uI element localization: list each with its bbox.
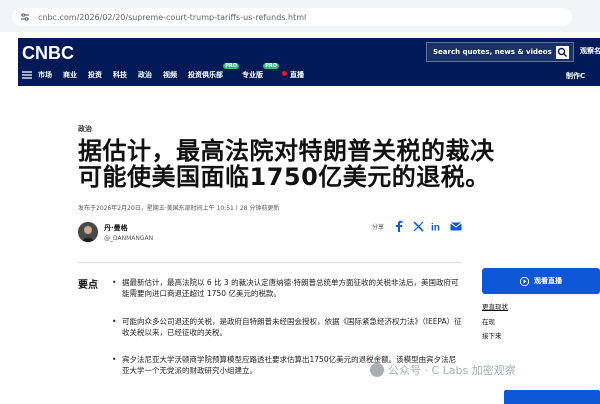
watch-live-button[interactable]: 观看直播 [482, 268, 600, 294]
author-avatar[interactable] [78, 222, 98, 242]
svg-text:in: in [431, 222, 440, 232]
publish-timestamp: 发布于2026年2月20日，星期五·美国东部时间上午 10:51丨28 分钟前更… [78, 205, 280, 212]
key-points-title: 要点 [78, 280, 98, 291]
address-field[interactable]: cnbc.com/2026/02/20/supreme-court-trump-… [12, 8, 572, 26]
headline-line-2: 可能使美国面临1750亿美元的退税。 [78, 163, 490, 191]
wechat-icon [370, 363, 384, 377]
cnbc-logo[interactable]: CNBC [22, 42, 84, 62]
page: cnbc.com/2026/02/20/supreme-court-trump-… [0, 0, 600, 404]
author-byline[interactable]: 丹·曼格 @_DANMANGAN [78, 222, 153, 242]
nav-video[interactable]: 视频 [163, 70, 177, 80]
linkedin-icon[interactable]: in [430, 219, 444, 233]
hamburger-menu-icon[interactable] [22, 70, 32, 80]
main-nav: 市场 商业 投资 科技 政治 视频 投资俱乐部 PRO 专业版 PRO 直播 [22, 63, 315, 82]
play-icon [520, 276, 529, 286]
search-icon[interactable] [556, 46, 569, 59]
make-cnbc-link[interactable]: 制作C [566, 71, 585, 81]
browser-url-bar: cnbc.com/2026/02/20/supreme-court-trump-… [0, 0, 600, 32]
divider [78, 262, 462, 263]
live-dot-icon [282, 71, 287, 76]
watermark: 公众号 · C Labs 加密观察 [370, 362, 516, 378]
facebook-icon[interactable] [392, 219, 406, 233]
nav-politics[interactable]: 政治 [138, 70, 152, 80]
search-box[interactable]: Search quotes, news & videos [426, 42, 574, 62]
nav-investing-club-label: 投资俱乐部 [188, 71, 223, 79]
site-settings-icon[interactable] [18, 10, 32, 24]
logo-text: CNBC [22, 43, 74, 62]
author-name[interactable]: 丹·曼格 [104, 223, 153, 233]
key-point: 据最新估计，最高法院以 6 比 3 的裁决认定唐纳德·特朗普总统单方面征收的关税… [112, 277, 462, 299]
share-label: 分享 [372, 223, 385, 231]
nav-investing-club[interactable]: 投资俱乐部 PRO [188, 63, 239, 80]
nav-business[interactable]: 商业 [63, 70, 77, 80]
article-headline: 据估计，最高法院对特朗普关税的裁决 可能使美国面临1750亿美元的退税。 [78, 138, 568, 190]
nav-tech[interactable]: 科技 [113, 70, 127, 80]
watchlist-link[interactable]: 观察名 [580, 46, 600, 56]
pro-badge: PRO [263, 63, 279, 69]
headline-line-1: 据估计，最高法院对特朗普关税的裁决 [78, 137, 495, 165]
share-bar: 分享 in [372, 219, 468, 233]
nav-markets[interactable]: 市场 [38, 70, 52, 80]
author-handle[interactable]: @_DANMANGAN [104, 235, 153, 242]
search-placeholder: Search quotes, news & videos [433, 48, 552, 56]
nav-live-label: 直播 [290, 71, 304, 79]
pro-badge: PRO [223, 63, 239, 69]
sidebar-link-next[interactable]: 接下来 [482, 330, 502, 340]
url-text: cnbc.com/2026/02/20/supreme-court-trump-… [38, 12, 307, 22]
nav-live[interactable]: 直播 [282, 70, 304, 80]
nav-pro[interactable]: 专业版 PRO [242, 63, 279, 80]
site-header: CNBC Search quotes, news & videos 观察名 市场… [18, 38, 600, 86]
sidebar-link-now[interactable]: 在现 [482, 316, 495, 326]
section-label[interactable]: 政治 [78, 124, 92, 134]
x-twitter-icon[interactable] [411, 219, 425, 233]
promo-banner[interactable] [504, 390, 600, 404]
email-icon[interactable] [449, 219, 463, 233]
watch-live-label: 观看直播 [534, 277, 562, 285]
nav-investing[interactable]: 投资 [88, 70, 102, 80]
key-point: 可能向众多公司退还的关税，是政府自特朗普未经国会授权，依据《国际紧急经济权力法》… [112, 316, 462, 338]
nav-pro-label: 专业版 [242, 71, 263, 79]
watermark-text: 公众号 · C Labs 加密观察 [388, 364, 516, 377]
sidebar-link-status[interactable]: 更直现状 [482, 301, 508, 311]
